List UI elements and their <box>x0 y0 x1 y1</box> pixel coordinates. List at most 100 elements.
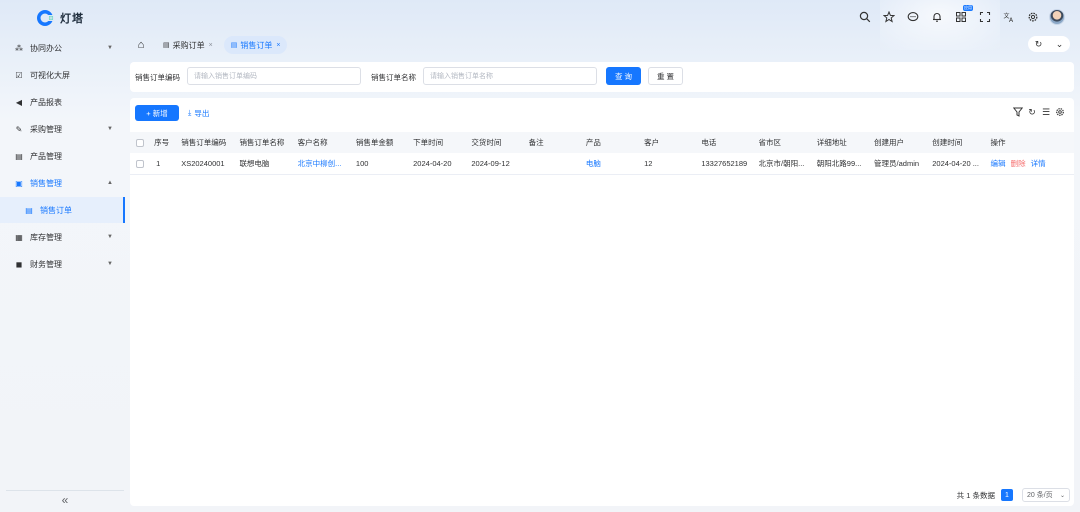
avatar-wrapper[interactable] <box>1046 8 1068 26</box>
translate-icon[interactable]: 文A <box>998 8 1020 26</box>
chevron-down-icon: ⌄ <box>1059 492 1065 499</box>
column-header: 省市区 <box>758 138 782 147</box>
message-icon[interactable] <box>902 8 924 26</box>
refresh-icon[interactable]: ↻ <box>1035 39 1043 50</box>
sidebar-item-label: 销售订单 <box>40 205 72 215</box>
gear-icon[interactable] <box>1022 8 1044 26</box>
column-header: 操作 <box>990 138 1006 147</box>
pagination: 共 1 条数据 1 20 条/页 ⌄ <box>957 488 1070 502</box>
detail-link[interactable]: 详情 <box>1031 159 1046 168</box>
select-all-checkbox[interactable] <box>130 132 154 153</box>
cell-phone: 13327652189 <box>701 158 748 168</box>
bell-icon[interactable] <box>926 8 948 26</box>
refresh-icon[interactable]: ↻ <box>1026 106 1038 118</box>
sidebar-item-finance[interactable]: ◼ 财务管理 ▼ <box>0 255 125 273</box>
sidebar-item-dashboard[interactable]: ☑ 可视化大屏 <box>0 66 125 84</box>
apps-icon[interactable]: 应用 <box>950 5 973 26</box>
export-label: 导出 <box>194 108 210 118</box>
sidebar-item-collab[interactable]: ⁂ 协同办公 ▼ <box>0 39 125 57</box>
columns-icon[interactable]: ☰ <box>1040 106 1052 118</box>
name-label: 销售订单名称 <box>371 73 416 82</box>
doc-icon: ▤ <box>25 205 33 215</box>
sidebar-item-label: 采购管理 <box>30 124 62 134</box>
column-header: 产品 <box>585 138 601 147</box>
column-header: 备注 <box>528 138 544 147</box>
orders-table: 序号 销售订单编码 销售订单名称 客户名称 销售单金额 下单时间 交货时间 备注… <box>130 132 1074 175</box>
filter-icon[interactable] <box>1012 106 1024 118</box>
apps-badge: 应用 <box>963 5 973 11</box>
tab-label: 采购订单 <box>172 40 205 50</box>
column-header: 下单时间 <box>413 138 444 147</box>
table-row[interactable]: 1 XS20240001 联想电脑 北京中柳创... 100 2024-04-2… <box>130 153 1074 174</box>
code-label: 销售订单编码 <box>135 73 180 82</box>
column-header: 创建时间 <box>932 138 963 147</box>
sales-icon: ▣ <box>15 178 23 188</box>
reset-button[interactable]: 重 置 <box>648 67 683 85</box>
page-1-button[interactable]: 1 <box>1001 489 1013 501</box>
cell-delivery-date: 2024-09-12 <box>471 158 510 168</box>
sidebar-item-purchase[interactable]: ✎ 采购管理 ▼ <box>0 120 125 138</box>
top-bar: 灯塔 应用 文A <box>0 0 1080 50</box>
double-chevron-left-icon: « <box>61 492 69 507</box>
cell-order-date: 2024-04-20 <box>413 158 452 168</box>
tab-actions: ↻ ⌄ <box>1028 36 1070 52</box>
delete-link[interactable]: 删除 <box>1011 159 1026 168</box>
tab-sales-order[interactable]: ▤ 销售订单 × <box>223 36 288 54</box>
cell-product-link[interactable]: 电脑 <box>586 153 644 174</box>
search-icon[interactable] <box>854 8 876 26</box>
sidebar-collapse-button[interactable]: « <box>6 490 124 508</box>
page-size-select[interactable]: 20 条/页 ⌄ <box>1022 488 1070 502</box>
doc-icon: ▤ <box>163 42 170 49</box>
app-logo[interactable]: 灯塔 <box>36 9 84 27</box>
chevron-down-icon[interactable]: ⌄ <box>1056 39 1064 50</box>
cell-index: 1 <box>156 158 161 168</box>
sidebar-item-label: 产品管理 <box>30 151 62 161</box>
column-header: 客户名称 <box>297 138 328 147</box>
logo-icon <box>36 9 56 27</box>
column-header: 销售订单编码 <box>181 138 227 147</box>
close-icon[interactable]: × <box>209 42 213 49</box>
cell-address: 朝阳北路99... <box>816 158 862 168</box>
chevron-down-icon: ▼ <box>107 234 113 240</box>
tab-purchase-order[interactable]: ▤ 采购订单 × <box>156 36 220 54</box>
cell-customer-link[interactable]: 北京中柳创... <box>298 153 356 174</box>
sidebar-item-label: 协同办公 <box>30 43 62 53</box>
order-code-input[interactable] <box>187 67 361 85</box>
collab-icon: ⁂ <box>15 43 23 53</box>
query-button[interactable]: 查 询 <box>606 67 641 85</box>
order-name-input[interactable] <box>423 67 597 85</box>
sidebar-item-sales-order[interactable]: ▤ 销售订单 <box>0 197 125 223</box>
cell-actions: 编辑 删除 详情 <box>990 153 1074 174</box>
download-icon: ⤓ <box>188 108 192 117</box>
sidebar-item-sales[interactable]: ▣ 销售管理 ▲ <box>0 174 125 192</box>
settings-icon[interactable] <box>1054 106 1066 118</box>
add-button[interactable]: + 新增 <box>135 105 179 121</box>
cell-creator: 管理员/admin <box>874 158 920 168</box>
cell-created-at: 2024-04-20 ... <box>932 158 979 168</box>
sidebar-item-label: 销售管理 <box>30 178 62 188</box>
row-checkbox[interactable] <box>130 153 154 174</box>
column-header: 客户 <box>644 138 660 147</box>
export-button[interactable]: ⤓ 导出 <box>188 105 209 121</box>
sidebar-item-product[interactable]: ▤ 产品管理 <box>0 147 125 165</box>
doc-icon: ▤ <box>230 42 238 49</box>
avatar[interactable] <box>1049 9 1065 25</box>
sidebar-item-label: 可视化大屏 <box>30 70 70 80</box>
chevron-down-icon: ▼ <box>107 126 113 132</box>
home-icon[interactable]: ⌂ <box>130 34 152 56</box>
stock-icon: ▦ <box>15 232 23 242</box>
product-icon: ▤ <box>15 151 23 161</box>
edit-link[interactable]: 编辑 <box>990 159 1005 168</box>
fullscreen-icon[interactable] <box>974 8 996 26</box>
chevron-down-icon: ▼ <box>107 261 113 267</box>
tab-label: 销售订单 <box>240 40 273 50</box>
close-icon[interactable]: × <box>276 42 280 49</box>
sidebar-item-product-report[interactable]: ◀ 产品报表 <box>0 93 125 111</box>
column-header: 序号 <box>154 138 170 147</box>
column-header: 销售订单名称 <box>239 138 285 147</box>
sidebar-item-stock[interactable]: ▦ 库存管理 ▼ <box>0 228 125 246</box>
svg-text:A: A <box>1009 17 1014 23</box>
column-header: 详细地址 <box>816 138 847 147</box>
cell-amount: 100 <box>355 158 369 168</box>
star-icon[interactable] <box>878 8 900 26</box>
